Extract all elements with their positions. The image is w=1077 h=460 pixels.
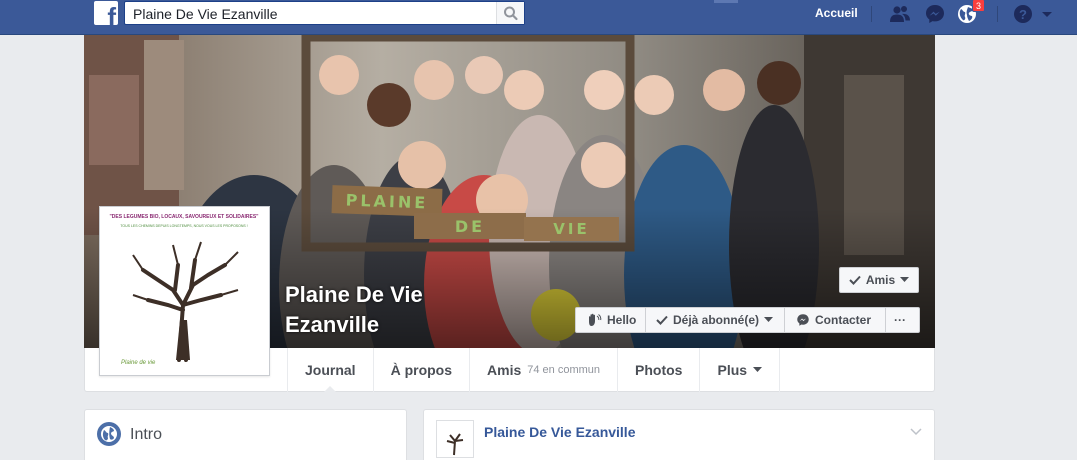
tree-icon	[132, 241, 239, 362]
cover-sign-text: DE	[454, 216, 486, 236]
contact-button[interactable]: Contacter	[796, 308, 871, 332]
facebook-logo-icon[interactable]: f	[94, 1, 118, 25]
profile-picture-brand: Plaine de vie	[121, 360, 156, 366]
tree-icon	[446, 433, 464, 456]
intro-title: Intro	[130, 426, 163, 443]
cover-sign-text: PLAINE	[345, 190, 429, 212]
top-navigation-bar: f Plaine De Vie Ezanville Accueil 3 ?	[0, 0, 1077, 35]
more-actions-label: ···	[894, 313, 906, 327]
hello-button[interactable]: Hello	[586, 308, 636, 332]
help-icon[interactable]: ?	[1012, 3, 1034, 25]
profile-picture-image: "DES LEGUMES BIO, LOCAUX, SAVOUREUX ET S…	[103, 210, 266, 372]
page-title-line: Ezanville	[285, 312, 380, 337]
button-divider	[885, 308, 886, 332]
account-menu-arrow-icon[interactable]	[1040, 3, 1054, 25]
messenger-icon	[797, 314, 809, 326]
hello-button-label: Hello	[607, 313, 637, 327]
page-tabs: Journal À propos Amis 74 en commun Photo…	[287, 348, 781, 393]
svg-text:?: ?	[1019, 7, 1027, 22]
nav-divider	[871, 6, 872, 22]
chevron-down-icon[interactable]	[910, 428, 922, 436]
mutual-friends-count: 74 en commun	[527, 364, 601, 376]
post-author-avatar[interactable]	[436, 420, 474, 458]
tab-label: Amis	[487, 362, 522, 378]
tab-label: Journal	[305, 362, 356, 378]
cover-sign-board: DE	[414, 213, 526, 239]
intro-card: Intro	[84, 409, 407, 460]
wave-hand-icon	[589, 313, 602, 326]
page-action-buttons: Hello Déjà abonné(e) Contacter ···	[575, 307, 920, 333]
check-icon	[849, 275, 861, 285]
page-profile-picture[interactable]: "DES LEGUMES BIO, LOCAUX, SAVOUREUX ET S…	[99, 206, 270, 376]
top-bar-indicator	[714, 0, 738, 3]
nav-divider	[997, 6, 998, 22]
notification-count-badge: 3	[972, 0, 986, 12]
subscribed-button[interactable]: Déjà abonné(e)	[656, 308, 774, 332]
tab-photos[interactable]: Photos	[617, 348, 699, 392]
search-field[interactable]: Plaine De Vie Ezanville	[124, 1, 525, 25]
tab-label: Plus	[717, 362, 748, 378]
friends-button-label: Amis	[865, 273, 896, 287]
intro-globe-icon	[97, 422, 121, 446]
post-author-name[interactable]: Plaine De Vie Ezanville	[484, 424, 635, 440]
search-icon	[504, 6, 518, 21]
home-link[interactable]: Accueil	[815, 6, 858, 20]
button-divider	[784, 308, 785, 332]
tab-label: À propos	[390, 362, 453, 378]
chevron-down-icon	[753, 367, 763, 372]
subscribed-button-label: Déjà abonné(e)	[673, 313, 760, 327]
contact-button-label: Contacter	[815, 313, 872, 327]
cover-sign-board: VIE	[524, 217, 619, 241]
tab-about[interactable]: À propos	[372, 348, 469, 392]
friend-requests-icon[interactable]	[889, 3, 911, 25]
page-title[interactable]: Plaine De Vie Ezanville	[285, 280, 423, 340]
friends-button[interactable]: Amis	[839, 267, 919, 293]
tab-journal[interactable]: Journal	[287, 348, 373, 393]
button-divider	[645, 308, 646, 332]
messenger-icon[interactable]	[924, 3, 946, 25]
cover-sign-text: VIE	[553, 220, 590, 238]
tab-more[interactable]: Plus	[699, 348, 781, 392]
search-button[interactable]	[496, 2, 524, 24]
page-title-line: Plaine De Vie	[285, 282, 423, 307]
tab-friends[interactable]: Amis 74 en commun	[469, 348, 617, 392]
search-input[interactable]: Plaine De Vie Ezanville	[133, 6, 278, 22]
post-card: Plaine De Vie Ezanville	[423, 409, 935, 460]
check-icon	[656, 315, 668, 325]
more-actions-button[interactable]: ···	[894, 308, 906, 332]
chevron-down-icon	[764, 317, 774, 322]
chevron-down-icon	[900, 277, 910, 282]
tab-label: Photos	[635, 362, 683, 378]
